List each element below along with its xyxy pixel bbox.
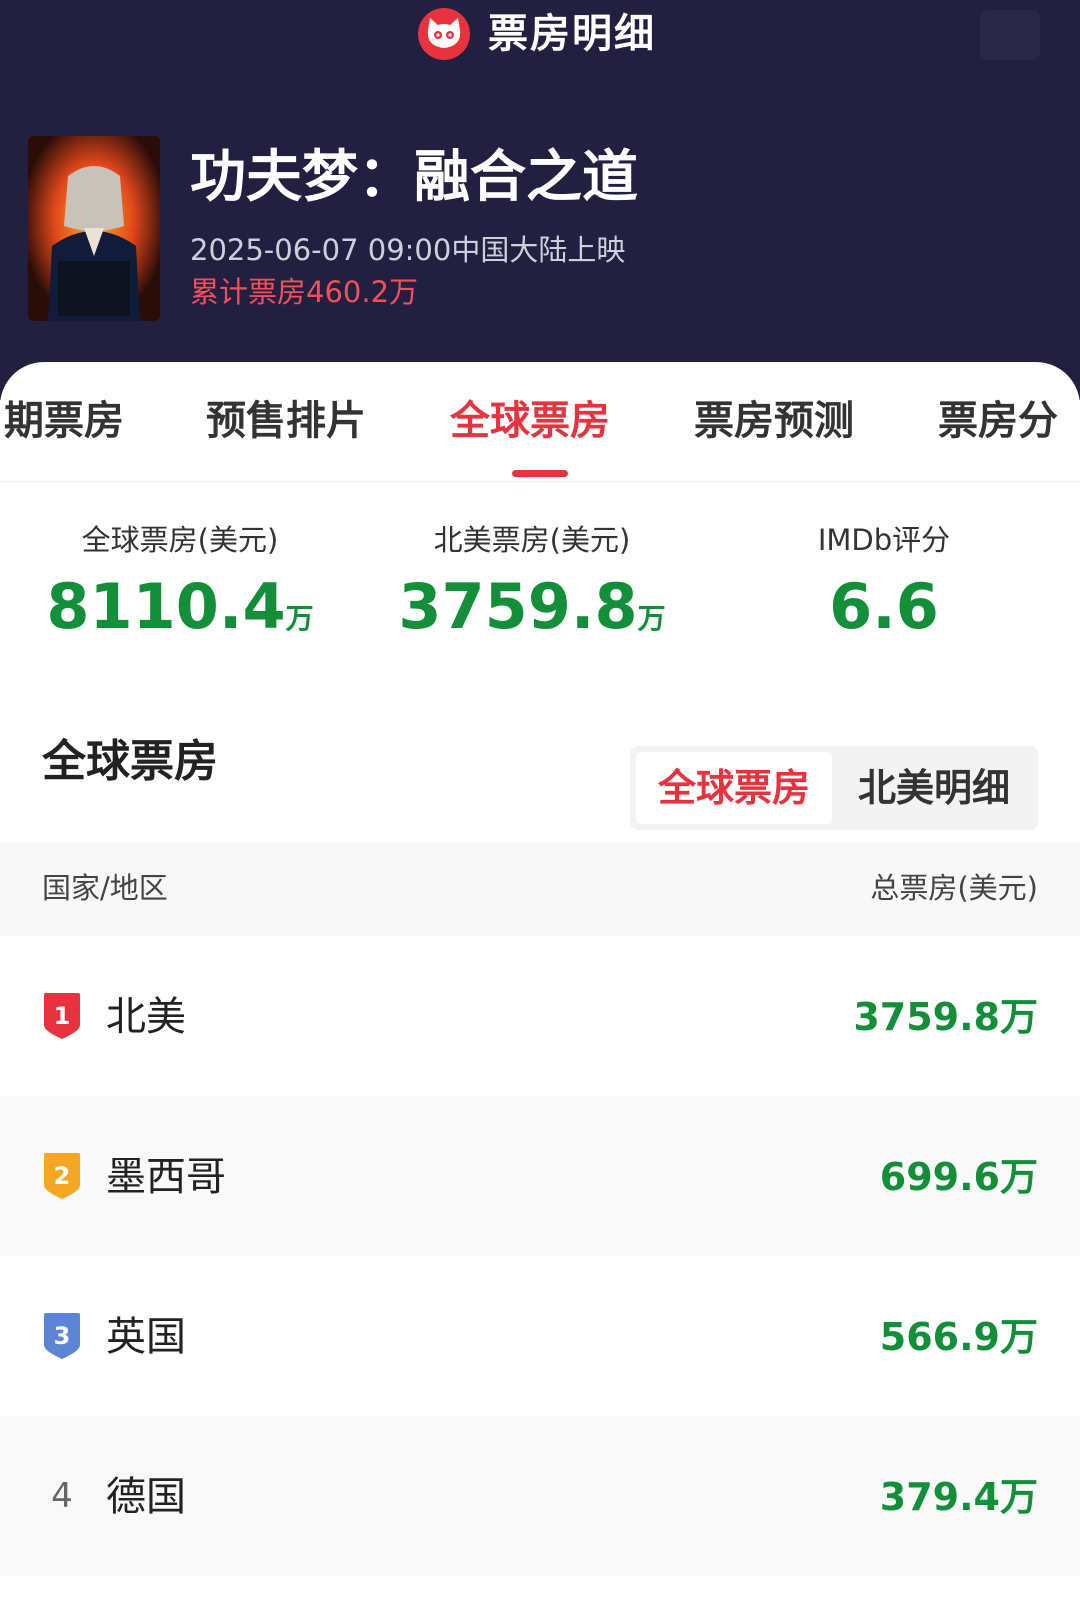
- country-name: 北美: [106, 994, 186, 1040]
- rank-number: 4: [51, 1476, 73, 1516]
- rank-number: 3: [54, 1322, 71, 1350]
- movie-poster[interactable]: [28, 136, 160, 321]
- north-america-gross-label: 北美票房(美元): [433, 523, 631, 557]
- table-row[interactable]: 2 墨西哥 699.6万: [0, 1096, 1080, 1256]
- tab-forecast[interactable]: 票房预测: [694, 396, 854, 446]
- global-gross-unit: 万: [285, 602, 314, 635]
- north-america-gross-number: 3759.8: [398, 570, 638, 643]
- cumulative-box-office: 累计票房460.2万: [190, 275, 419, 309]
- rank-badge-gold: 1: [40, 991, 84, 1041]
- tab-presale[interactable]: 预售排片: [206, 396, 366, 446]
- country-name: 德国: [106, 1474, 186, 1520]
- movie-title: 功夫梦：融合之道: [190, 145, 638, 210]
- north-america-gross-value: 3759.8万: [362, 567, 702, 663]
- column-header-region: 国家/地区: [42, 871, 168, 905]
- tab-period-box-office[interactable]: 期票房: [4, 396, 124, 446]
- gross-amount: 699.6万: [879, 1155, 1038, 1199]
- gross-amount: 566.9万: [879, 1315, 1038, 1359]
- gross-amount: 379.4万: [879, 1475, 1038, 1519]
- global-gross-number: 8110.4: [46, 570, 286, 643]
- tab-global-box-office[interactable]: 全球票房: [450, 396, 610, 446]
- table-row[interactable]: 1 北美 3759.8万: [0, 936, 1080, 1096]
- tab-box-office-split[interactable]: 票房分: [938, 396, 1058, 446]
- rank-number: 2: [54, 1162, 71, 1190]
- country-name: 英国: [106, 1314, 186, 1360]
- imdb-rating-label: IMDb评分: [817, 523, 951, 557]
- imdb-rating-value: 6.6: [714, 567, 1054, 663]
- segment-north-america-detail[interactable]: 北美明细: [836, 752, 1032, 824]
- global-gross-value: 8110.4万: [10, 567, 350, 663]
- table-header: 国家/地区 总票房(美元): [0, 842, 1080, 936]
- global-gross-label: 全球票房(美元): [81, 523, 279, 557]
- segmented-control: 全球票房 北美明细: [630, 746, 1038, 830]
- page-title: 票房明细: [488, 11, 656, 57]
- rank-badge-silver: 2: [40, 1151, 84, 1201]
- table-row[interactable]: 3 英国 566.9万: [0, 1256, 1080, 1416]
- section-title: 全球票房: [42, 736, 218, 787]
- release-date: 2025-06-07 09:00中国大陆上映: [190, 233, 626, 267]
- column-header-total: 总票房(美元): [870, 871, 1038, 905]
- rank-number: 1: [54, 1002, 71, 1030]
- rank-badge-bronze: 3: [40, 1311, 84, 1361]
- north-america-gross-unit: 万: [637, 602, 666, 635]
- imdb-rating-number: 6.6: [829, 570, 939, 643]
- active-tab-indicator: [512, 470, 568, 477]
- box-office-card: 期票房 预售排片 全球票房 票房预测 票房分 全球票房(美元) 8110.4万 …: [0, 362, 1080, 1600]
- gross-amount: 3759.8万: [853, 995, 1038, 1039]
- table-row[interactable]: 4 德国 379.4万: [0, 1416, 1080, 1576]
- maoyan-cat-logo-icon: [418, 8, 470, 60]
- top-bar: 票房明细: [0, 0, 1080, 70]
- country-name: 墨西哥: [106, 1154, 226, 1200]
- movie-header: 票房明细 功夫梦：融合之道 2025-06-07 09:00中国大陆上映 累计票…: [0, 0, 1080, 400]
- tab-bar: 期票房 预售排片 全球票房 票房预测 票房分: [0, 362, 1080, 482]
- segment-global[interactable]: 全球票房: [636, 752, 832, 824]
- share-icon[interactable]: [980, 10, 1040, 60]
